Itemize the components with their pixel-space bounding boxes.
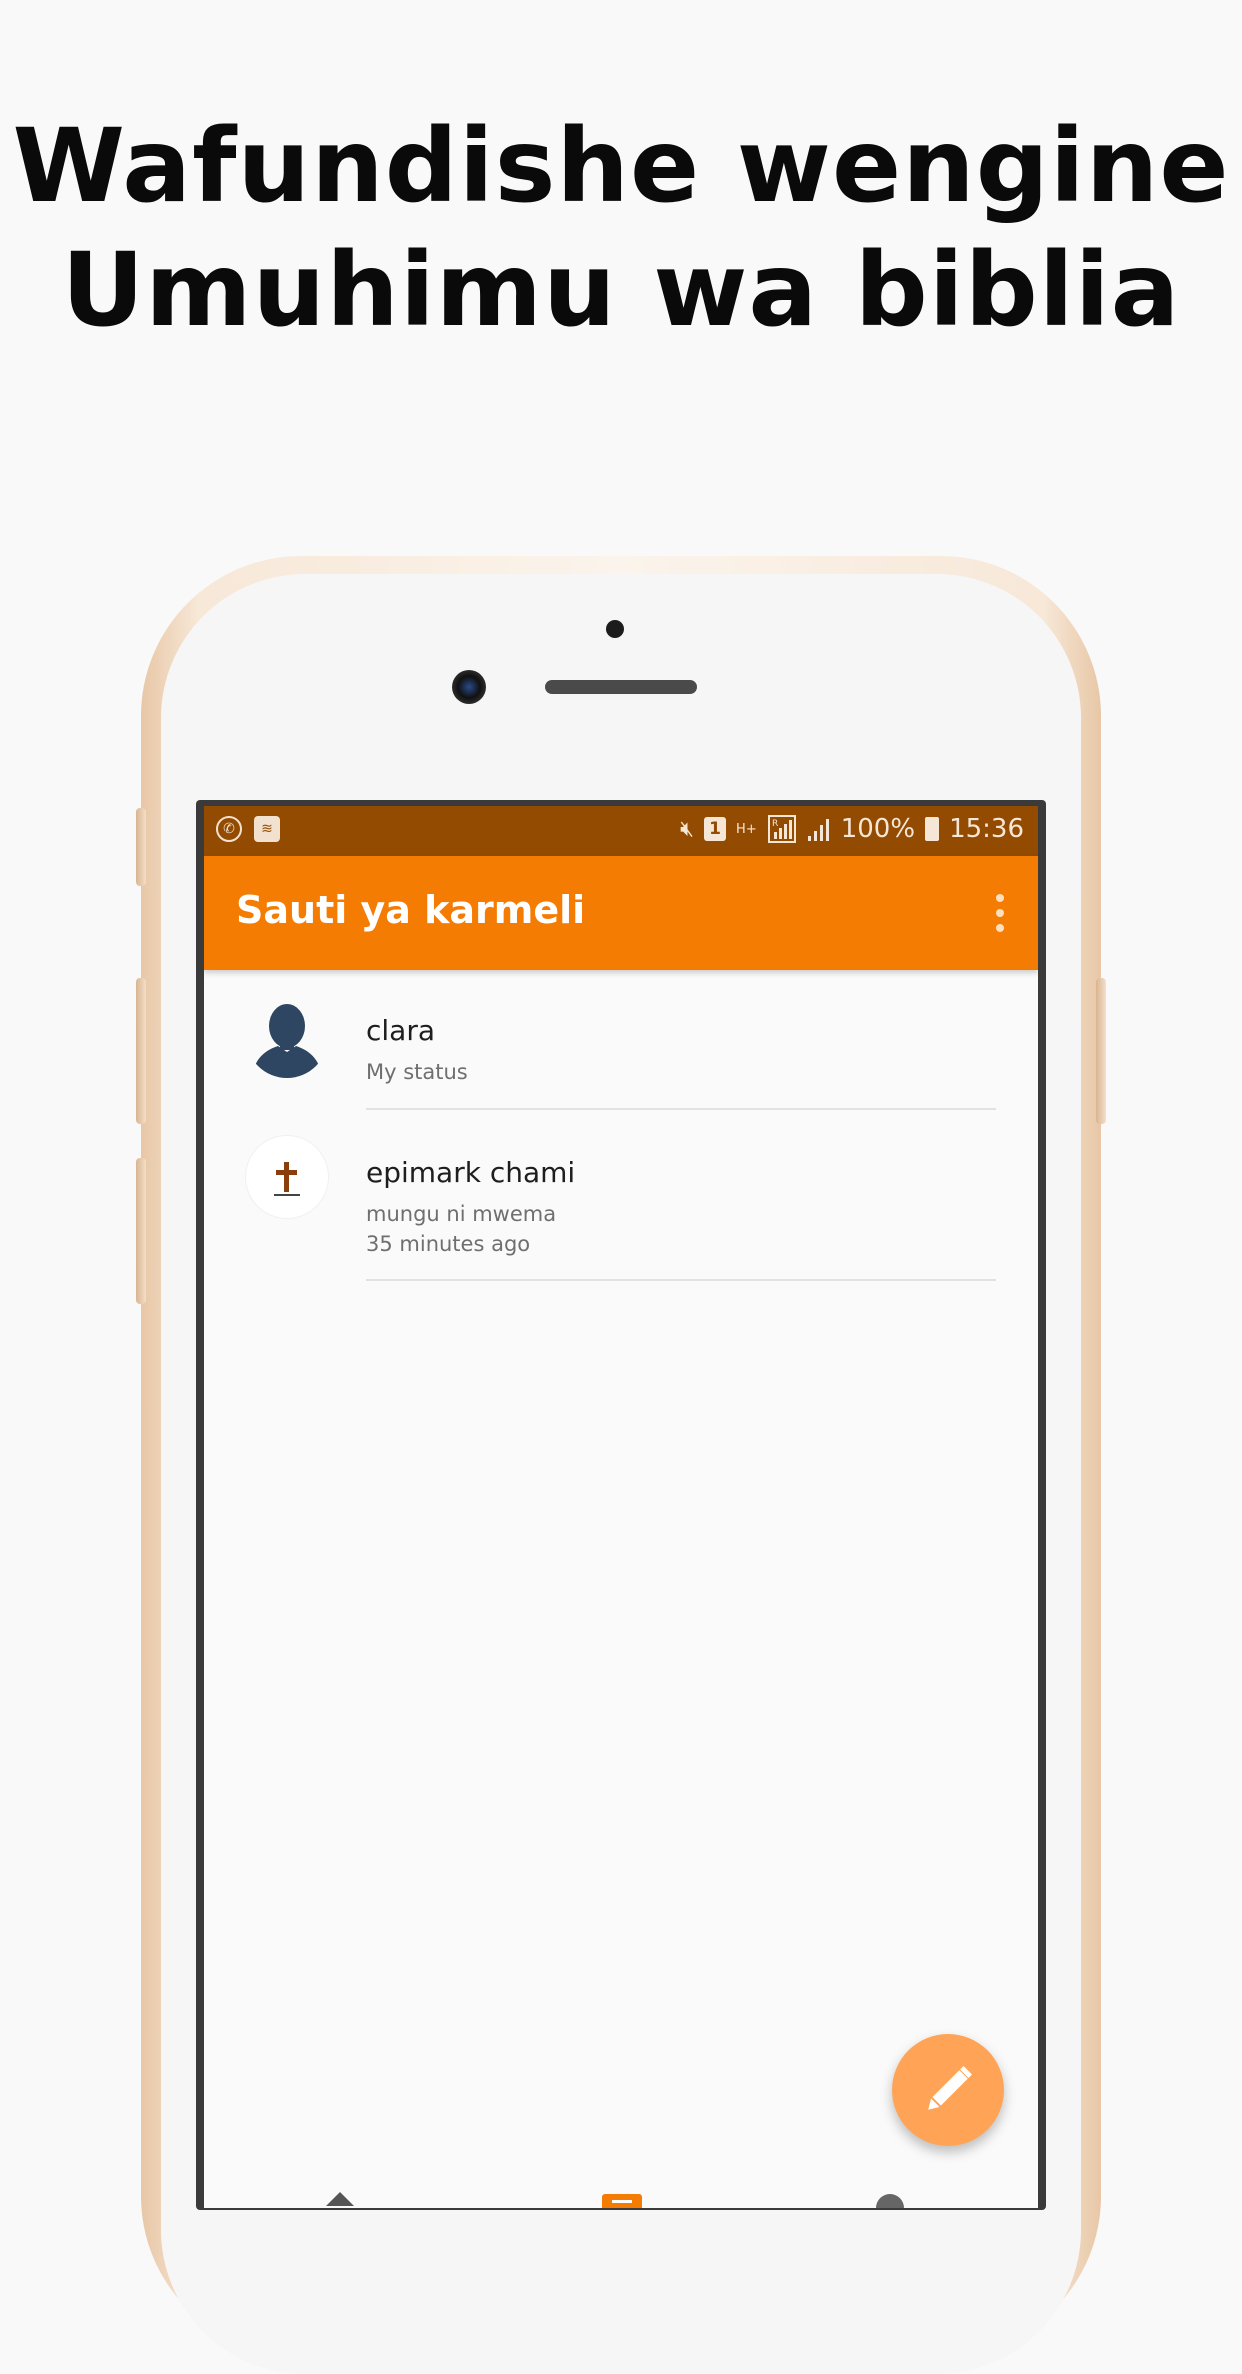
status-notifications: ✆ ≋ bbox=[216, 816, 280, 842]
status-bar: ✆ ≋ 🔇︎ 1 H+ R 100% 15:36 bbox=[204, 806, 1038, 856]
proximity-sensor bbox=[606, 620, 624, 638]
app-screen: ✆ ≋ 🔇︎ 1 H+ R 100% 15:36 Sauti ya karmel… bbox=[204, 806, 1038, 2208]
contact-time-ago: 35 minutes ago bbox=[366, 1232, 531, 1256]
person-silhouette-icon bbox=[246, 996, 328, 1078]
signal-strength-icon bbox=[807, 819, 829, 841]
overflow-menu-icon[interactable] bbox=[994, 894, 1006, 932]
app-toolbar: Sauti ya karmeli bbox=[204, 856, 1038, 970]
list-item[interactable]: clara My status bbox=[204, 970, 1038, 1110]
home-icon[interactable] bbox=[320, 2186, 360, 2208]
sim-icon: 1 bbox=[704, 817, 727, 841]
app-title: Sauti ya karmeli bbox=[236, 888, 586, 932]
contact-name: epimark chami bbox=[366, 1156, 576, 1189]
status-icon[interactable] bbox=[600, 2186, 644, 2208]
mute-icon: 🔇︎ bbox=[680, 816, 695, 842]
battery-percent: 100% bbox=[840, 814, 916, 844]
headline-line-1: Wafundishe wengine bbox=[12, 107, 1230, 226]
front-camera bbox=[452, 670, 486, 704]
contact-icon[interactable] bbox=[870, 2186, 910, 2208]
wifi-hotspot-icon: ≋ bbox=[254, 816, 280, 842]
contact-name: clara bbox=[366, 1014, 436, 1047]
earpiece-speaker bbox=[545, 680, 697, 694]
signal-roaming-icon: R bbox=[767, 815, 796, 843]
phone-volume-down-button bbox=[136, 1158, 146, 1304]
promo-headline: Wafundishe wengine Umuhimu wa biblia bbox=[0, 105, 1242, 353]
battery-icon bbox=[925, 817, 940, 841]
compose-status-button[interactable] bbox=[892, 2034, 1004, 2146]
bottom-navigation bbox=[204, 2186, 1038, 2208]
whatsapp-icon: ✆ bbox=[216, 816, 242, 842]
cross-logo-icon bbox=[246, 1136, 328, 1218]
headline-line-2: Umuhimu wa biblia bbox=[61, 231, 1181, 350]
list-item[interactable]: epimark chami mungu ni mwema 35 minutes … bbox=[204, 1110, 1038, 1282]
svg-text:R: R bbox=[772, 819, 778, 829]
phone-side-button bbox=[136, 808, 146, 886]
contact-status: My status bbox=[366, 1060, 468, 1084]
pencil-icon bbox=[928, 2065, 973, 2110]
contact-status: mungu ni mwema bbox=[366, 1202, 557, 1226]
network-type-icon: H+ bbox=[736, 821, 757, 837]
status-indicators: 🔇︎ 1 H+ R 100% 15:36 bbox=[680, 814, 1024, 844]
phone-power-button bbox=[1096, 978, 1106, 1124]
clock: 15:36 bbox=[949, 814, 1024, 844]
phone-volume-up-button bbox=[136, 978, 146, 1124]
list-divider bbox=[366, 1279, 996, 1281]
